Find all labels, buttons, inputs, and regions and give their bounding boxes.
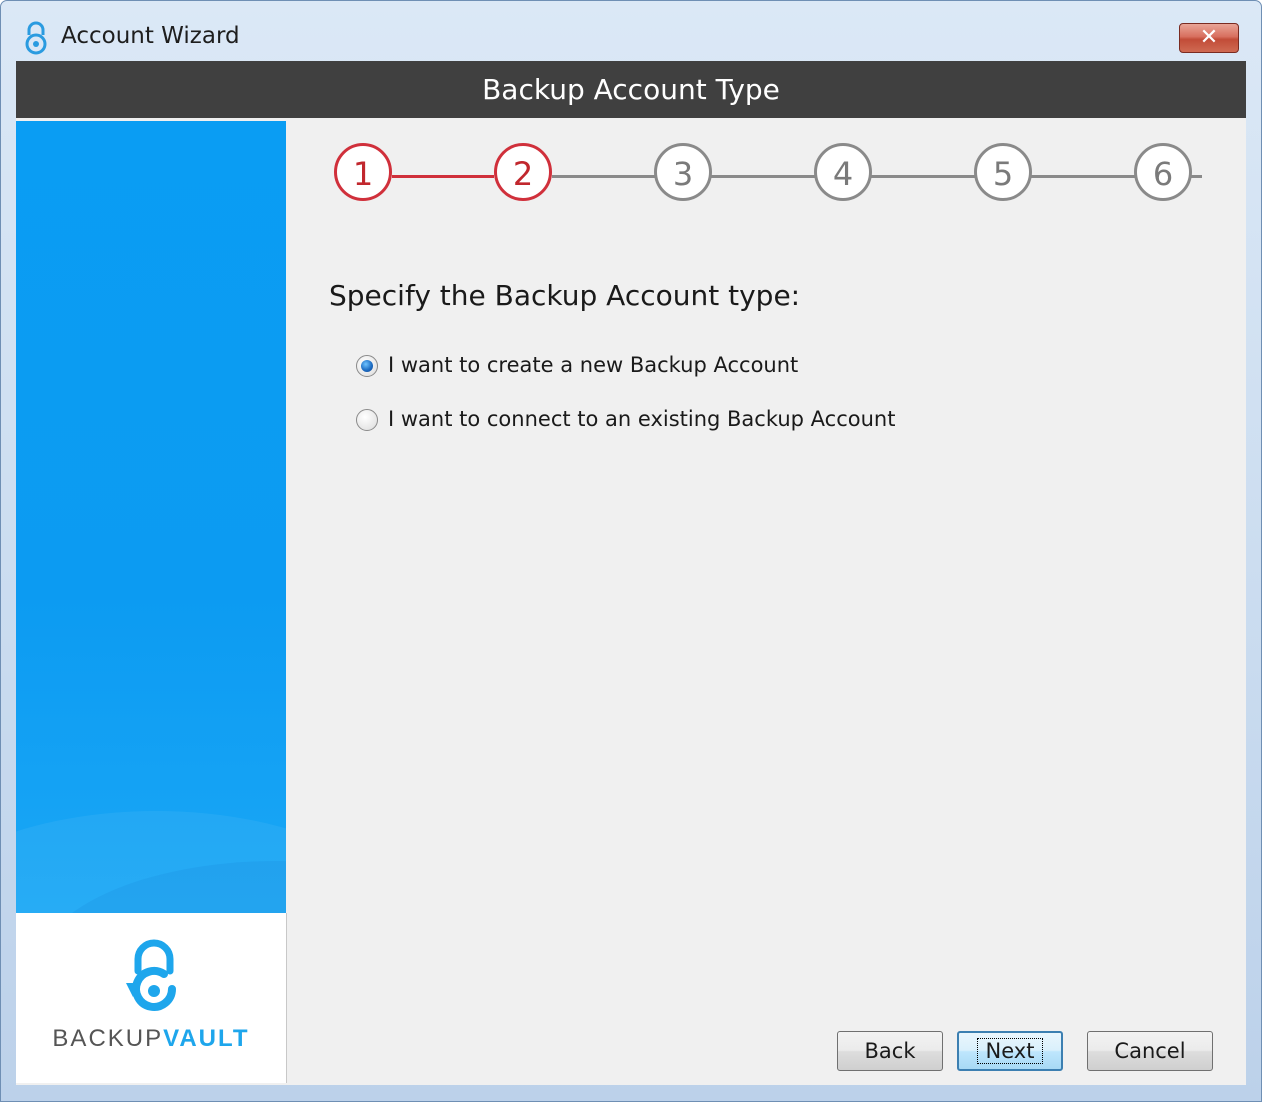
sidebar-banner bbox=[16, 121, 286, 913]
radio-selected-dot bbox=[361, 360, 373, 372]
back-button[interactable]: Back bbox=[837, 1031, 943, 1071]
step-4: 4 bbox=[814, 143, 872, 201]
step-connector-done bbox=[392, 175, 494, 178]
lock-icon bbox=[25, 21, 47, 55]
header-band: Backup Account Type bbox=[16, 61, 1246, 118]
option-label[interactable]: I want to connect to an existing Backup … bbox=[388, 407, 895, 431]
back-button-label: Back bbox=[864, 1039, 916, 1063]
next-button-label: Next bbox=[976, 1038, 1044, 1064]
brand-word-vault: VAULT bbox=[163, 1025, 250, 1052]
brand-wordmark: BACKUPVAULT bbox=[16, 1025, 286, 1053]
title-bar[interactable]: Account Wizard ✕ bbox=[1, 1, 1261, 59]
next-button[interactable]: Next bbox=[957, 1031, 1063, 1071]
step-1: 1 bbox=[334, 143, 392, 201]
close-button[interactable]: ✕ bbox=[1179, 23, 1239, 53]
step-2: 2 bbox=[494, 143, 552, 201]
page-title: Backup Account Type bbox=[482, 73, 780, 106]
sidebar: BACKUPVAULT bbox=[16, 121, 287, 1083]
brand-word-backup: BACKUP bbox=[52, 1025, 164, 1052]
brand-logo-panel: BACKUPVAULT bbox=[16, 913, 287, 1083]
cancel-button-label: Cancel bbox=[1114, 1039, 1186, 1063]
step-6: 6 bbox=[1134, 143, 1192, 201]
wizard-client-area: Backup Account Type BACKUPVAULT 1 2 3 4 … bbox=[16, 61, 1246, 1085]
account-type-prompt: Specify the Backup Account type: bbox=[329, 279, 801, 312]
window-title: Account Wizard bbox=[61, 23, 240, 49]
backupvault-lock-icon bbox=[126, 939, 176, 1011]
step-3: 3 bbox=[654, 143, 712, 201]
step-5: 5 bbox=[974, 143, 1032, 201]
option-label[interactable]: I want to create a new Backup Account bbox=[388, 353, 798, 377]
account-wizard-window: Account Wizard ✕ Backup Account Type BAC… bbox=[0, 0, 1262, 1102]
radio-create-new[interactable] bbox=[356, 355, 378, 377]
step-indicator: 1 2 3 4 5 6 bbox=[334, 143, 1202, 213]
step-connector bbox=[552, 175, 1202, 178]
radio-connect-existing[interactable] bbox=[356, 409, 378, 431]
cancel-button[interactable]: Cancel bbox=[1087, 1031, 1213, 1071]
